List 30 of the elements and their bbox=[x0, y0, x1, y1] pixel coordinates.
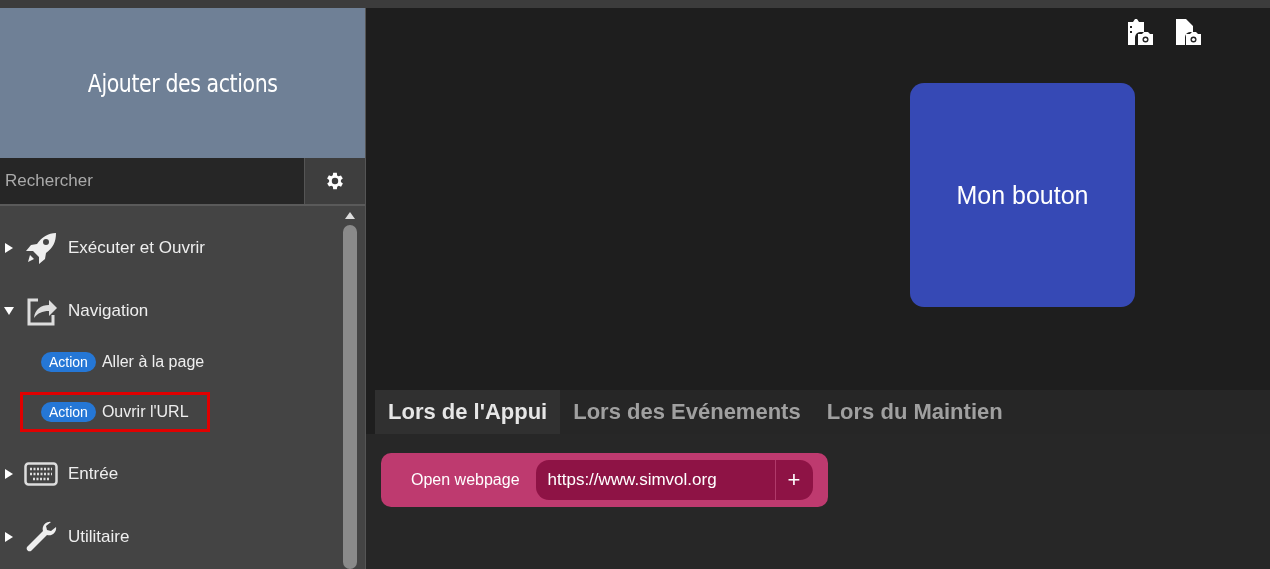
preview-button[interactable]: Mon bouton bbox=[910, 83, 1135, 307]
rocket-icon bbox=[24, 230, 58, 265]
action-label: Aller à la page bbox=[101, 353, 205, 371]
wrench-icon bbox=[24, 519, 58, 554]
panel-title: Ajouter des actions bbox=[87, 68, 278, 98]
settings-button[interactable] bbox=[305, 158, 365, 204]
category-item[interactable]: Exécuter et Ouvrir bbox=[0, 216, 339, 279]
url-field[interactable]: https://www.simvol.org bbox=[535, 460, 775, 500]
action-label: Ouvrir l'URL bbox=[101, 403, 189, 421]
action-item[interactable]: Action Ouvrir l'URL bbox=[20, 392, 210, 432]
category-label: Entrée bbox=[68, 463, 119, 484]
action-name: Open webpage bbox=[411, 471, 520, 489]
scroll-up-icon bbox=[345, 212, 355, 219]
document-camera-icon[interactable] bbox=[1174, 18, 1202, 46]
action-badge: Action bbox=[41, 402, 96, 422]
category-label: Exécuter et Ouvrir bbox=[68, 237, 205, 258]
settings-icon bbox=[324, 170, 346, 192]
clipboard-camera-icon[interactable] bbox=[1126, 18, 1154, 46]
add-button[interactable]: + bbox=[774, 460, 813, 500]
action-badge: Action bbox=[41, 352, 96, 372]
action-block[interactable]: Open webpage https://www.simvol.org + bbox=[381, 453, 828, 507]
search-field[interactable]: Rechercher bbox=[0, 158, 305, 204]
keyboard-icon bbox=[24, 461, 58, 486]
tab[interactable]: Lors de l'Appui bbox=[375, 390, 561, 434]
category-item[interactable]: Navigation bbox=[0, 279, 339, 342]
category-item[interactable]: Entrée bbox=[0, 442, 339, 505]
category-label: Navigation bbox=[68, 300, 149, 321]
category-item[interactable]: Utilitaire bbox=[0, 505, 339, 568]
category-label: Utilitaire bbox=[68, 526, 130, 547]
action-item[interactable]: Action Aller à la page bbox=[20, 342, 226, 382]
